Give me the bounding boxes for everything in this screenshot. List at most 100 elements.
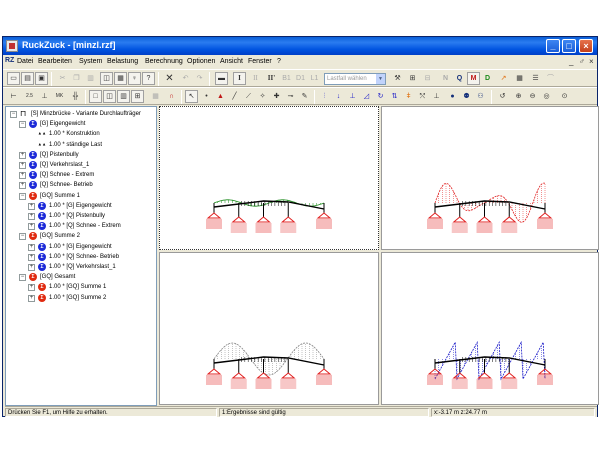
menu-ansicht[interactable]: Ansicht (220, 58, 243, 65)
zoom-fit-icon[interactable]: ⊙ (558, 90, 571, 103)
chevron-down-icon[interactable]: ▼ (376, 74, 385, 84)
shear-force-button[interactable]: Q (453, 72, 466, 85)
line-icon[interactable]: ╱ (228, 90, 241, 103)
paste-icon[interactable]: ▥ (84, 72, 97, 85)
save-file-icon[interactable]: ▣ (35, 72, 48, 85)
two-views-icon[interactable]: ◫ (103, 90, 116, 103)
deformation-button[interactable]: D (481, 72, 494, 85)
expand-toggle-icon[interactable]: − (19, 192, 26, 200)
tree-item[interactable]: + Σ [Q] Verkehrslast_1 (6, 160, 156, 170)
tree-item[interactable]: + Σ 1.00 * [Q] Verkehrslast_1 (6, 262, 156, 272)
tree-item[interactable]: + Σ 1.00 * [Q] Schnee - Extrem (6, 221, 156, 231)
zoom-out-icon[interactable]: ⊖ (526, 90, 539, 103)
persons-icon[interactable]: ⚉ (460, 90, 473, 103)
dimension-icon[interactable]: 2.5 (23, 90, 36, 103)
expand-toggle-icon[interactable]: + (19, 162, 26, 169)
grid-snap-icon[interactable]: ╬ (69, 90, 82, 103)
l1-button[interactable]: L1 (308, 72, 321, 85)
beam-icon[interactable]: ⊞ (406, 72, 419, 85)
expand-toggle-icon[interactable]: − (19, 121, 26, 129)
three-views-icon[interactable]: ▥ (117, 90, 130, 103)
pen-icon[interactable]: ✎ (298, 90, 311, 103)
theory-2p-button[interactable]: II' (265, 72, 278, 85)
b1-button[interactable]: B1 (280, 72, 293, 85)
chart-icon[interactable]: ⌒ (544, 72, 557, 85)
expand-toggle-icon[interactable]: + (19, 172, 26, 180)
diagram-icon[interactable]: ⊟ (421, 72, 434, 85)
grid-plot-icon[interactable]: ▦ (513, 72, 526, 85)
tree-item[interactable]: − Σ [GQ] Gesamt (6, 272, 156, 282)
new-file-icon[interactable]: ▭ (7, 72, 20, 85)
tree-item[interactable]: − ⊓ [S] Minzbrücke - Variante Durchlaufträ… (6, 109, 156, 119)
line-load-icon[interactable]: ⊥ (346, 90, 359, 103)
monitor-icon[interactable]: ▬ (215, 72, 228, 85)
expand-toggle-icon[interactable]: + (28, 213, 35, 220)
expand-toggle-icon[interactable]: + (28, 202, 35, 210)
theory-1-button[interactable]: I (233, 72, 246, 85)
node-tool-icon[interactable]: ⊢ (7, 90, 20, 103)
distributed-load-icon[interactable]: ⫶ (318, 90, 331, 103)
temperature-load-icon[interactable]: ⇅ (388, 90, 401, 103)
magnet-icon[interactable]: ∩ (165, 90, 178, 103)
theory-2-button[interactable]: II (249, 72, 262, 85)
properties-icon[interactable]: ♀ (128, 72, 141, 85)
expand-toggle-icon[interactable]: + (28, 253, 35, 261)
undo-view-icon[interactable]: ↺ (496, 90, 509, 103)
tree-item[interactable]: − Σ [GQ] Summe 1 (6, 191, 156, 201)
tree-item[interactable]: + Σ 1.00 * [GQ] Summe 2 (6, 293, 156, 303)
mdi-close-button[interactable]: × (589, 57, 594, 66)
menu-system[interactable]: System (79, 58, 102, 65)
menu-fenster[interactable]: Fenster (248, 58, 272, 65)
tree-item[interactable]: ▲▲ 1.00 * ständige Last (6, 140, 156, 150)
expand-toggle-icon[interactable]: + (28, 223, 35, 231)
wrench-icon[interactable]: ⚒ (391, 72, 404, 85)
four-views-icon[interactable]: ⊞ (131, 90, 144, 103)
zoom-in-icon[interactable]: ⊕ (512, 90, 525, 103)
viewport-normal-force[interactable] (159, 252, 379, 405)
normal-force-button[interactable]: N (439, 72, 452, 85)
viewport-shear-force[interactable] (381, 252, 599, 405)
maximize-button[interactable]: □ (562, 39, 576, 53)
expand-toggle-icon[interactable]: + (19, 151, 26, 159)
menu-optionen[interactable]: Optionen (187, 58, 215, 65)
tree-item[interactable]: ▲▲ 1.00 * Konstruktion (6, 129, 156, 139)
minimize-button[interactable]: _ (546, 39, 560, 53)
delete-icon[interactable]: ✕ (163, 72, 176, 85)
single-view-icon[interactable]: □ (89, 90, 102, 103)
mark-icon[interactable]: MK (53, 90, 66, 103)
help-cursor-icon[interactable]: ? (142, 72, 155, 85)
point-load-icon[interactable]: ↓ (332, 90, 345, 103)
cross-icon[interactable]: ✚ (270, 90, 283, 103)
moment-button[interactable]: M (467, 72, 480, 85)
point-icon[interactable]: • (200, 90, 213, 103)
axis-dimension-icon[interactable]: ⊥ (38, 90, 51, 103)
system-tree[interactable]: − ⊓ [S] Minzbrücke - Variante Durchlaufträ… (5, 106, 157, 406)
expand-toggle-icon[interactable]: + (28, 243, 35, 251)
menu-belastung[interactable]: Belastung (107, 58, 138, 65)
person-icon[interactable]: ● (446, 90, 459, 103)
d1-button[interactable]: D1 (294, 72, 307, 85)
tree-item[interactable]: + Σ [Q] Pistenbully (6, 150, 156, 160)
expand-toggle-icon[interactable]: + (28, 294, 35, 302)
expand-toggle-icon[interactable]: + (19, 182, 26, 190)
menu-berechnung[interactable]: Berechnung (145, 58, 183, 65)
arrows-icon[interactable]: ↗ (497, 72, 510, 85)
menu-help[interactable]: ? (277, 58, 281, 65)
temp-icon[interactable]: ǂ (402, 90, 415, 103)
viewport-deformation[interactable] (159, 106, 379, 250)
persons-group-icon[interactable]: ⚇ (474, 90, 487, 103)
print-preview-icon[interactable]: ◫ (100, 72, 113, 85)
zoom-all-icon[interactable]: ◎ (540, 90, 553, 103)
close-button[interactable]: × (579, 39, 593, 53)
expand-toggle-icon[interactable]: − (19, 274, 26, 282)
expand-toggle-icon[interactable]: − (10, 111, 17, 118)
tree-item[interactable]: − Σ [G] Eigengewicht (6, 119, 156, 129)
node-add-icon[interactable]: ✧ (256, 90, 269, 103)
menu-bearbeiten[interactable]: Bearbeiten (38, 58, 72, 65)
viewport-moment[interactable] (381, 106, 599, 250)
tree-item[interactable]: + Σ 1.00 * [GQ] Summe 1 (6, 282, 156, 292)
title-bar[interactable]: RuckZuck - [minzl.rzf] _ □ × (3, 37, 597, 55)
trapezoid-load-icon[interactable]: ◿ (360, 90, 373, 103)
tree-item[interactable]: + Σ 1.00 * [G] Eigengewicht (6, 201, 156, 211)
copy-icon[interactable]: ❐ (70, 72, 83, 85)
